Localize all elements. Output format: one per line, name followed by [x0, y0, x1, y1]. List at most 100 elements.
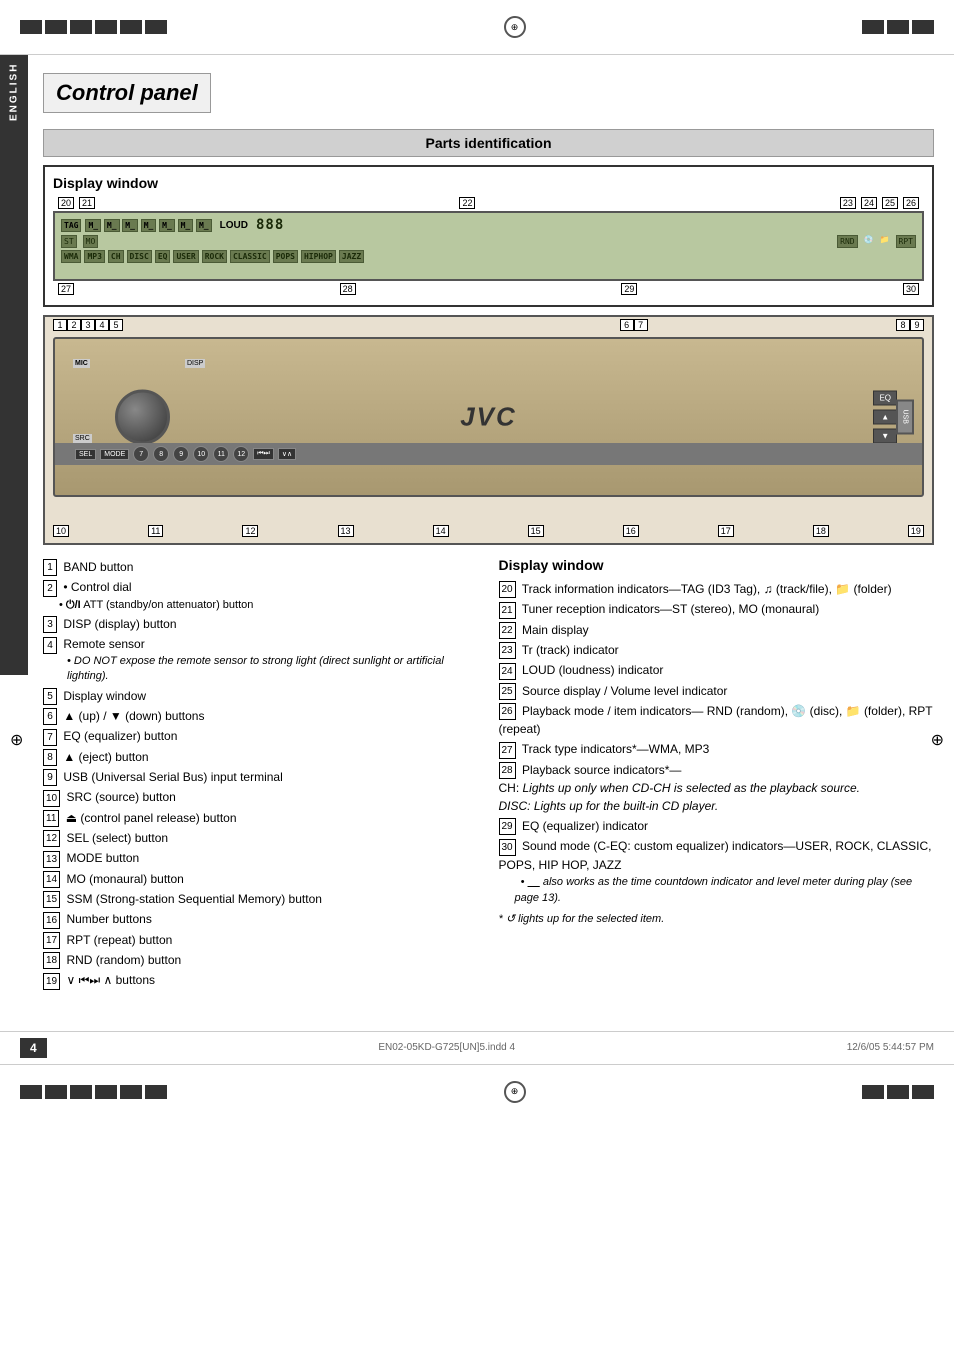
registration-mark-top: ⊕: [504, 16, 526, 38]
part-8: 8 ▲ (eject) button: [43, 747, 479, 767]
cp-num-9: 9: [910, 319, 924, 331]
dw-label-27: Track type indicators*—WMA, MP3: [522, 742, 710, 756]
cp-num-7: 7: [634, 319, 648, 331]
dw-num-23: 23: [499, 642, 516, 659]
page-wrapper: ⊕ ENGLISH Control panel Parts identifica…: [0, 0, 954, 1351]
part-num-3: 3: [43, 616, 57, 633]
lcd-num-29: 29: [621, 283, 637, 295]
cp-num-3: 3: [81, 319, 95, 331]
header-block-r3: [912, 20, 934, 34]
dw-label-22: Main display: [522, 623, 589, 637]
reg-mark-left: ⊕: [10, 730, 23, 750]
dw-label-26: Playback mode / item indicators— RND (ra…: [499, 704, 933, 736]
lcd-numbers-display: 888: [256, 217, 284, 233]
page-num-box: 4: [20, 1038, 47, 1058]
language-sidebar: ENGLISH: [0, 55, 28, 675]
part-num-11: 11: [43, 810, 59, 827]
part-9: 9 USB (Universal Serial Bus) input termi…: [43, 767, 479, 787]
dw-num-27: 27: [499, 742, 516, 759]
part-label-13: MODE button: [66, 851, 139, 865]
part-num-8: 8: [43, 749, 57, 766]
nav-button: ∨∧: [278, 448, 296, 460]
lcd-rnd: RND: [837, 235, 857, 248]
usb-port: USB: [896, 400, 914, 435]
cp-num-13: 13: [338, 525, 354, 537]
mic-label: MIC: [73, 359, 90, 368]
dw-item-21: 21 Tuner reception indicators—ST (stereo…: [499, 599, 935, 619]
lcd-row-2: ST MO RND 💿 📁 RPT: [55, 235, 922, 248]
part-label-10: SRC (source) button: [66, 790, 175, 804]
main-content: Control panel Parts identification Displ…: [28, 55, 954, 1011]
dw-label-29: EQ (equalizer) indicator: [522, 819, 648, 833]
lcd-num-30: 30: [903, 283, 919, 295]
lcd-wma: WMA: [61, 250, 81, 263]
down-btn: ▼: [873, 429, 897, 444]
part-num-2: 2: [43, 580, 57, 597]
part-label-3: DISP (display) button: [63, 617, 176, 631]
num-11: 11: [213, 446, 229, 462]
part-num-9: 9: [43, 769, 57, 786]
display-window-title: Display window: [53, 175, 924, 191]
dw-label-20: Track information indicators—TAG (ID3 Ta…: [522, 582, 892, 596]
lcd-tag: TAG: [61, 219, 81, 232]
num-9: 9: [173, 446, 189, 462]
lcd-classic: CLASSIC: [230, 250, 270, 263]
bottom-blocks-left: [20, 1085, 167, 1099]
cp-num-2: 2: [67, 319, 81, 331]
cp-num-1: 1: [53, 319, 67, 331]
lcd-rock: ROCK: [202, 250, 227, 263]
control-panel-area: 1 2 3 4 5 6 7 8 9 MIC DISP: [43, 315, 934, 545]
lcd-num-28: 28: [340, 283, 356, 295]
parts-list-right: 20 Track information indicators—TAG (ID3…: [499, 579, 935, 908]
cp-numbers-top: 1 2 3 4 5 6 7 8 9: [45, 317, 932, 333]
part-15: 15 SSM (Strong-station Sequential Memory…: [43, 889, 479, 909]
jvc-logo: JVC: [460, 402, 517, 433]
asterisk-note: * ↺ lights up for the selected item.: [499, 912, 935, 925]
part-num-17: 17: [43, 932, 60, 949]
num-7: 7: [133, 446, 149, 462]
bottom-deco-bar: ⊕: [0, 1064, 954, 1119]
prev-button: ⏮⏭: [253, 448, 274, 460]
dw-item-30-bullet: • also works as the time countdown indic…: [515, 874, 935, 907]
parts-col-right: Display window 20 Track information indi…: [499, 557, 935, 991]
part-2: 2 • Control dial • ⏻/I ATT (standby/on a…: [43, 577, 479, 614]
cp-num-6: 6: [620, 319, 634, 331]
header-block-1: [20, 20, 42, 34]
dw-num-25: 25: [499, 683, 516, 700]
display-window-section: Display window 20 21 22 23 24 25 26: [43, 165, 934, 307]
dw-label-21: Tuner reception indicators—ST (stereo), …: [522, 602, 819, 616]
parts-columns: 1 BAND button 2 • Control dial • ⏻/I ATT…: [43, 557, 934, 991]
lcd-ch: CH: [108, 250, 124, 263]
part-2-sub: • ⏻/I ATT (standby/on attenuator) button: [59, 597, 479, 614]
dw-num-20: 20: [499, 581, 516, 598]
part-label-19: ∨ ⏮⏭ ∧ buttons: [66, 973, 155, 987]
part-num-4: 4: [43, 637, 57, 654]
part-num-18: 18: [43, 952, 60, 969]
lcd-display: TAG M̲ M̲ M̲ M̲ M̲ M̲ M̲ LOUD 888 ST: [53, 211, 924, 281]
dw-num-22: 22: [499, 622, 516, 639]
lcd-icons-row: M̲ M̲ M̲ M̲ M̲ M̲ M̲: [85, 220, 211, 231]
cp-num-19: 19: [908, 525, 924, 537]
mode-button: MODE: [100, 449, 129, 460]
dw-item-25: 25 Source display / Volume level indicat…: [499, 681, 935, 701]
part-11: 11 ⏏ (control panel release) button: [43, 808, 479, 828]
lcd-hiphop: HIPHOP: [301, 250, 336, 263]
lcd-spacer: [104, 235, 831, 248]
dw-item-23: 23 Tr (track) indicator: [499, 640, 935, 660]
lcd-num-27: 27: [58, 283, 74, 295]
dw-right-header: Display window: [499, 557, 935, 573]
part-4-note: • DO NOT expose the remote sensor to str…: [67, 654, 479, 685]
dw-item-24: 24 LOUD (loudness) indicator: [499, 660, 935, 680]
cp-num-17: 17: [718, 525, 734, 537]
part-18: 18 RND (random) button: [43, 950, 479, 970]
lcd-loud: LOUD: [220, 220, 248, 231]
dw-item-28: 28 Playback source indicators*—CH: Light…: [499, 760, 935, 816]
part-label-9: USB (Universal Serial Bus) input termina…: [63, 770, 282, 784]
eq-buttons: EQ ▲ ▼: [873, 391, 897, 444]
part-label-17: RPT (repeat) button: [66, 933, 172, 947]
cp-num-10: 10: [53, 525, 69, 537]
cp-num-5: 5: [109, 319, 123, 331]
lcd-pops: POPS: [273, 250, 298, 263]
cp-num-4: 4: [95, 319, 109, 331]
dw-num-24: 24: [499, 663, 516, 680]
